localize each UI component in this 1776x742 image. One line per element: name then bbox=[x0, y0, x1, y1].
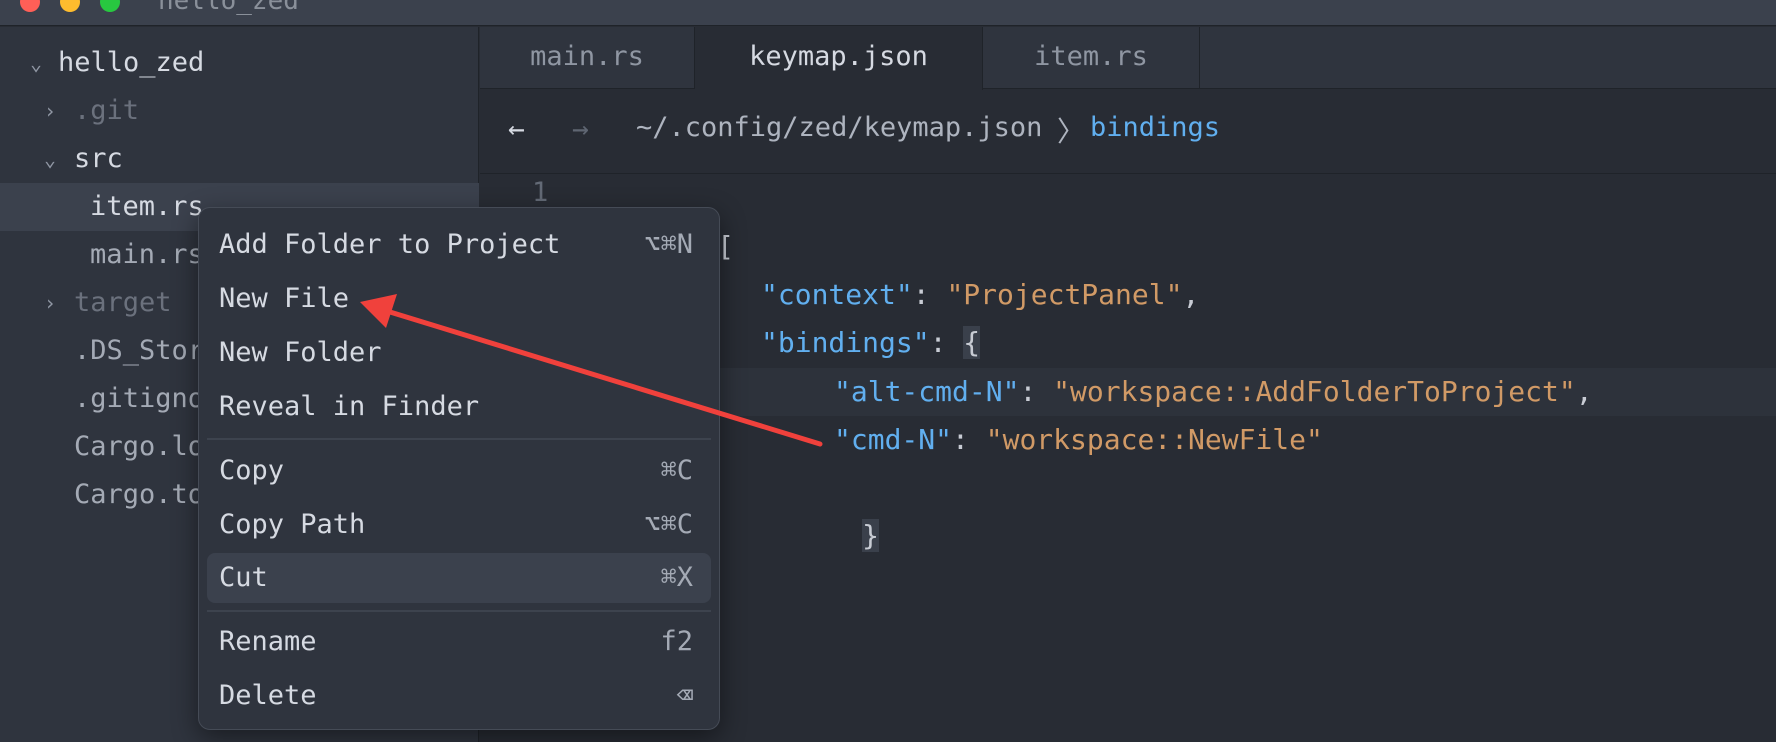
breadcrumb-separator-icon: 〉 bbox=[1057, 115, 1086, 148]
menu-separator bbox=[207, 438, 711, 440]
menu-item-label: Delete bbox=[219, 680, 317, 711]
code-line: "context": "ProjectPanel", bbox=[761, 271, 1199, 319]
tab-label: item.rs bbox=[1034, 41, 1148, 72]
json-key: "context" bbox=[761, 278, 913, 311]
menu-item-label: Rename bbox=[219, 626, 317, 657]
code-line: "bindings": { bbox=[761, 319, 981, 367]
tree-item-label: hello_zed bbox=[58, 47, 205, 78]
json-key: "bindings" bbox=[761, 326, 930, 359]
close-brace: } bbox=[862, 519, 880, 552]
breadcrumb-path[interactable]: ~/.config/zed/keymap.json bbox=[636, 112, 1042, 143]
tab-label: main.rs bbox=[530, 41, 644, 72]
comma: , bbox=[1182, 278, 1200, 311]
chevron-down-icon: ⌄ bbox=[29, 51, 43, 75]
tree-item-src[interactable]: ⌄ src bbox=[0, 135, 479, 183]
tree-item-label: .git bbox=[74, 95, 140, 126]
tab-item-rs[interactable]: item.rs bbox=[983, 27, 1200, 89]
breadcrumb: ← → ~/.config/zed/keymap.json 〉 bindings bbox=[480, 90, 1776, 174]
tab-main-rs[interactable]: main.rs bbox=[480, 27, 695, 89]
menu-item-delete[interactable]: Delete ⌫ bbox=[207, 671, 711, 721]
tab-label: keymap.json bbox=[749, 41, 928, 72]
menu-item-label: Copy bbox=[219, 455, 285, 486]
backspace-icon: ⌫ bbox=[676, 680, 693, 711]
line-number: 1 bbox=[532, 177, 549, 208]
tab-keymap-json[interactable]: keymap.json bbox=[695, 27, 983, 90]
chevron-right-icon: › bbox=[43, 99, 57, 123]
minimize-window-button[interactable] bbox=[60, 0, 80, 12]
json-key: "alt-cmd-N" bbox=[834, 375, 1020, 408]
menu-item-shortcut: ⌥⌘N bbox=[644, 229, 693, 260]
json-key: "cmd-N" bbox=[834, 423, 953, 456]
chevron-right-icon: › bbox=[43, 291, 57, 315]
menu-item-label: Copy Path bbox=[219, 509, 366, 540]
menu-item-shortcut: f2 bbox=[660, 626, 693, 657]
menu-item-label: Cut bbox=[219, 562, 268, 593]
colon: : bbox=[952, 423, 986, 456]
menu-item-label: Add Folder to Project bbox=[219, 229, 561, 260]
menu-item-cut[interactable]: Cut ⌘X bbox=[207, 553, 711, 603]
tab-bar: main.rs keymap.json item.rs bbox=[480, 27, 1776, 90]
menu-separator bbox=[207, 610, 711, 612]
menu-item-shortcut: ⌘X bbox=[660, 562, 693, 593]
tree-item-git[interactable]: › .git bbox=[0, 87, 479, 135]
tree-item-label: item.rs bbox=[90, 191, 204, 222]
menu-item-copy-path[interactable]: Copy Path ⌥⌘C bbox=[207, 500, 711, 550]
back-arrow-icon[interactable]: ← bbox=[508, 112, 525, 145]
menu-item-new-file[interactable]: New File bbox=[207, 274, 711, 324]
chevron-down-icon: ⌄ bbox=[43, 147, 57, 171]
zed-window: hello_zed ⌄ hello_zed › .git ⌄ src item.… bbox=[0, 0, 1776, 742]
menu-item-add-folder-to-project[interactable]: Add Folder to Project ⌥⌘N bbox=[207, 220, 711, 270]
json-string: "workspace::AddFolderToProject" bbox=[1053, 375, 1576, 408]
open-brace: { bbox=[963, 326, 981, 359]
tree-item-label: src bbox=[74, 143, 123, 174]
code-line: "alt-cmd-N": "workspace::AddFolderToProj… bbox=[834, 368, 1593, 416]
colon: : bbox=[912, 278, 947, 311]
context-menu: Add Folder to Project ⌥⌘N New File New F… bbox=[198, 207, 720, 730]
json-string: "workspace::NewFile" bbox=[985, 423, 1323, 456]
menu-item-label: Reveal in Finder bbox=[219, 391, 480, 422]
title-bar: hello_zed bbox=[0, 0, 1776, 26]
comma: , bbox=[1575, 375, 1593, 408]
close-window-button[interactable] bbox=[20, 0, 40, 12]
colon: : bbox=[929, 326, 964, 359]
menu-item-label: New File bbox=[219, 283, 350, 314]
menu-item-new-folder[interactable]: New Folder bbox=[207, 328, 711, 378]
code-line: "cmd-N": "workspace::NewFile" bbox=[834, 416, 1323, 464]
menu-item-rename[interactable]: Rename f2 bbox=[207, 617, 711, 667]
window-title: hello_zed bbox=[158, 0, 299, 16]
tree-item-hello-zed[interactable]: ⌄ hello_zed bbox=[0, 39, 479, 87]
menu-item-copy[interactable]: Copy ⌘C bbox=[207, 446, 711, 496]
menu-item-label: New Folder bbox=[219, 337, 382, 368]
tree-item-label: target bbox=[74, 287, 172, 318]
menu-item-reveal-in-finder[interactable]: Reveal in Finder bbox=[207, 382, 711, 432]
colon: : bbox=[1019, 375, 1054, 408]
menu-item-shortcut: ⌥⌘C bbox=[644, 509, 693, 540]
tree-item-label: main.rs bbox=[90, 239, 204, 270]
json-string: "ProjectPanel" bbox=[946, 278, 1183, 311]
breadcrumb-symbol[interactable]: bindings bbox=[1090, 112, 1220, 143]
zoom-window-button[interactable] bbox=[100, 0, 120, 12]
code-line: } bbox=[761, 464, 880, 608]
forward-arrow-icon[interactable]: → bbox=[572, 112, 589, 145]
menu-item-shortcut: ⌘C bbox=[660, 455, 693, 486]
